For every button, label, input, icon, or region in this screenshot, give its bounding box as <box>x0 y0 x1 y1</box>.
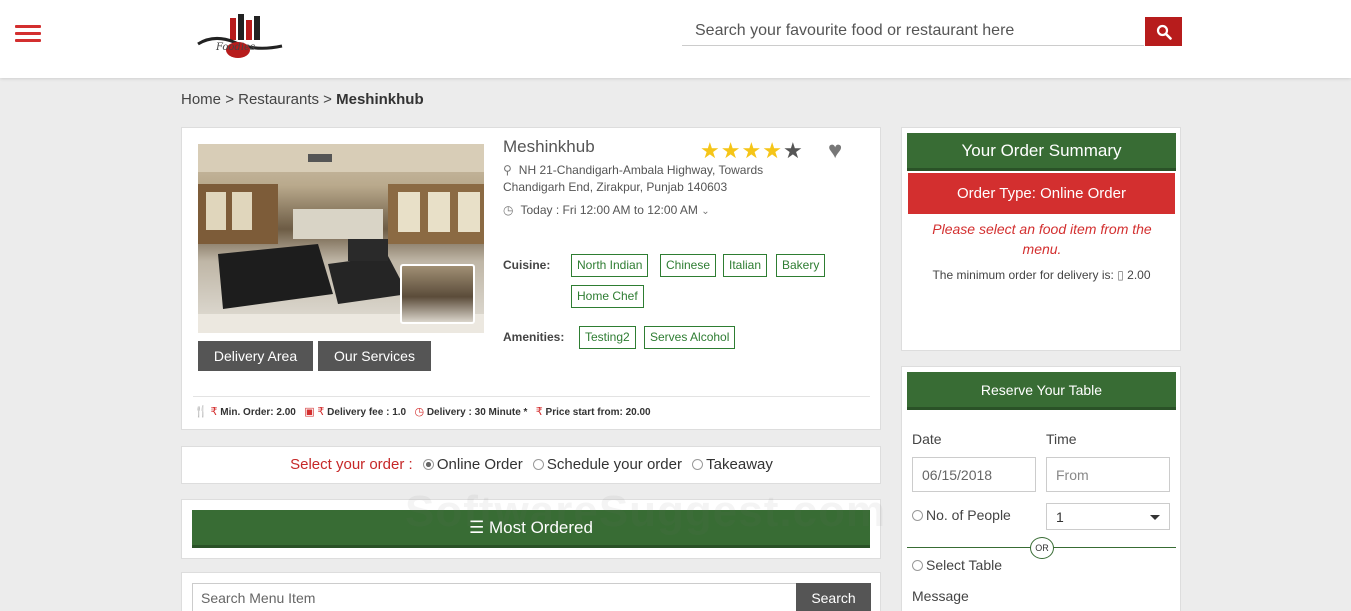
table-label: Select Table <box>926 557 1003 573</box>
breadcrumb-home[interactable]: Home <box>181 91 221 108</box>
rupee-icon: ₹ <box>535 406 543 418</box>
radio-schedule-order[interactable] <box>532 459 544 470</box>
people-value: 1 <box>1056 509 1064 525</box>
restaurant-card: Delivery Area Our Services Meshinkhub ★★… <box>181 127 881 430</box>
amenities-label: Amenities: <box>503 330 565 344</box>
order-type-label: Select your order : <box>290 456 413 473</box>
clock-icon: ◷ <box>503 203 514 217</box>
star-icon: ★ <box>782 138 804 163</box>
cuisine-tag[interactable]: North Indian <box>571 254 649 277</box>
price-start-text: Price start from: 20.00 <box>545 407 651 418</box>
cuisine-tag[interactable]: Home Chef <box>571 285 644 308</box>
cutlery-icon: 🍴 <box>194 406 208 418</box>
table-option[interactable]: Select Table <box>912 557 1002 573</box>
menu-search-card: Search <box>181 572 881 611</box>
breadcrumb-separator: > <box>323 91 332 108</box>
amenity-tag[interactable]: Testing2 <box>579 326 636 349</box>
amenity-tag[interactable]: Serves Alcohol <box>644 326 736 349</box>
clock-icon: ◷ <box>414 406 425 418</box>
empty-cart-message: Please select an food item from the menu… <box>932 221 1152 257</box>
most-ordered-title: Most Ordered <box>489 518 593 537</box>
order-summary-header: Your Order Summary <box>907 133 1176 171</box>
min-delivery-value: 2.00 <box>1127 268 1151 282</box>
our-services-button[interactable]: Our Services <box>318 341 431 371</box>
rating-stars: ★★★★★ <box>700 138 804 164</box>
site-search-button[interactable] <box>1145 17 1182 46</box>
min-order-text: Min. Order: 2.00 <box>220 407 296 418</box>
star-icon: ★ <box>700 138 721 163</box>
search-icon <box>1156 24 1172 40</box>
currency-icon: ▯ <box>1117 268 1124 282</box>
order-info-row: 🍴 ₹ Min. Order: 2.00 ▣ ₹ Delivery fee : … <box>194 405 651 418</box>
favorite-heart-icon[interactable]: ♥ <box>828 137 842 165</box>
min-delivery-text: The minimum order for delivery is: <box>932 268 1114 282</box>
list-icon: ☰ <box>469 518 485 537</box>
menu-search-input[interactable] <box>192 583 797 611</box>
breadcrumb-restaurants[interactable]: Restaurants <box>238 91 319 108</box>
cuisine-tag[interactable]: Italian <box>723 254 768 277</box>
photo-thumbnail[interactable] <box>400 264 475 324</box>
order-type-card: Select your order : Online Order Schedul… <box>181 446 881 484</box>
chevron-down-icon: ⌄ <box>701 206 710 217</box>
logo-text: Foodies <box>216 42 256 53</box>
location-pin-icon: ⚲ <box>503 163 512 177</box>
order-type-banner: Order Type: Online Order <box>908 173 1175 214</box>
people-option[interactable]: No. of People <box>912 507 1011 523</box>
menu-icon[interactable] <box>15 25 41 43</box>
breadcrumb-separator: > <box>225 91 234 108</box>
order-summary-card: Your Order Summary Order Type: Online Or… <box>901 127 1181 351</box>
caret-down-icon <box>1150 515 1160 520</box>
cash-icon: ▣ <box>304 406 315 418</box>
menu-search-button[interactable]: Search <box>796 583 871 611</box>
star-icon: ★ <box>762 138 783 163</box>
restaurant-address: ⚲ NH 21-Chandigarh-Ambala Highway, Toward… <box>503 162 803 196</box>
time-field[interactable] <box>1046 457 1170 492</box>
most-ordered-card: ☰ Most Ordered <box>181 499 881 559</box>
radio-takeaway[interactable] <box>692 459 704 470</box>
delivery-fee-text: Delivery fee : 1.0 <box>327 407 407 418</box>
cuisine-tag[interactable]: Chinese <box>660 254 717 277</box>
breadcrumb: Home > Restaurants > Meshinkhub <box>181 91 424 108</box>
card-divider <box>193 396 870 397</box>
option-schedule-order[interactable]: Schedule your order <box>547 456 682 473</box>
delivery-time-text: Delivery : 30 Minute * <box>426 407 528 418</box>
radio-online-order[interactable] <box>422 459 434 470</box>
radio-people[interactable] <box>912 510 923 521</box>
breadcrumb-current: Meshinkhub <box>336 91 424 108</box>
option-online-order[interactable]: Online Order <box>437 456 523 473</box>
top-header: Foodies <box>0 0 1351 78</box>
site-search-input[interactable] <box>682 17 1144 46</box>
star-icon: ★ <box>720 138 742 163</box>
option-takeaway[interactable]: Takeaway <box>706 456 773 473</box>
people-select[interactable]: 1 <box>1046 503 1170 530</box>
order-type-selector: Select your order : Online Order Schedul… <box>182 447 881 484</box>
min-delivery-note: The minimum order for delivery is: ▯ 2.0… <box>902 268 1181 282</box>
star-icon: ★ <box>741 138 763 163</box>
reserve-table-card: Reserve Your Table Date Time No. of Peop… <box>901 366 1181 611</box>
or-badge: OR <box>1030 537 1054 559</box>
most-ordered-header[interactable]: ☰ Most Ordered <box>192 510 870 548</box>
people-label: No. of People <box>926 507 1011 523</box>
cuisine-tag[interactable]: Bakery <box>776 254 826 277</box>
restaurant-hours[interactable]: ◷ Today : Fri 12:00 AM to 12:00 AM ⌄ <box>503 203 710 217</box>
restaurant-name: Meshinkhub <box>503 137 595 156</box>
radio-select-table[interactable] <box>912 560 923 571</box>
reserve-table-header: Reserve Your Table <box>907 372 1176 410</box>
date-field[interactable] <box>912 457 1036 492</box>
message-label: Message <box>912 588 969 604</box>
rupee-icon: ₹ <box>210 406 218 418</box>
delivery-area-button[interactable]: Delivery Area <box>198 341 313 371</box>
rupee-icon: ₹ <box>317 406 325 418</box>
site-logo[interactable]: Foodies <box>194 12 289 62</box>
hours-text: Today : Fri 12:00 AM to 12:00 AM <box>520 203 698 217</box>
restaurant-photo[interactable] <box>198 144 484 333</box>
cuisine-label: Cuisine: <box>503 258 551 272</box>
time-label: Time <box>1046 431 1077 447</box>
site-search <box>682 17 1182 46</box>
address-text: NH 21-Chandigarh-Ambala Highway, Towards… <box>503 163 764 194</box>
date-label: Date <box>912 431 942 447</box>
